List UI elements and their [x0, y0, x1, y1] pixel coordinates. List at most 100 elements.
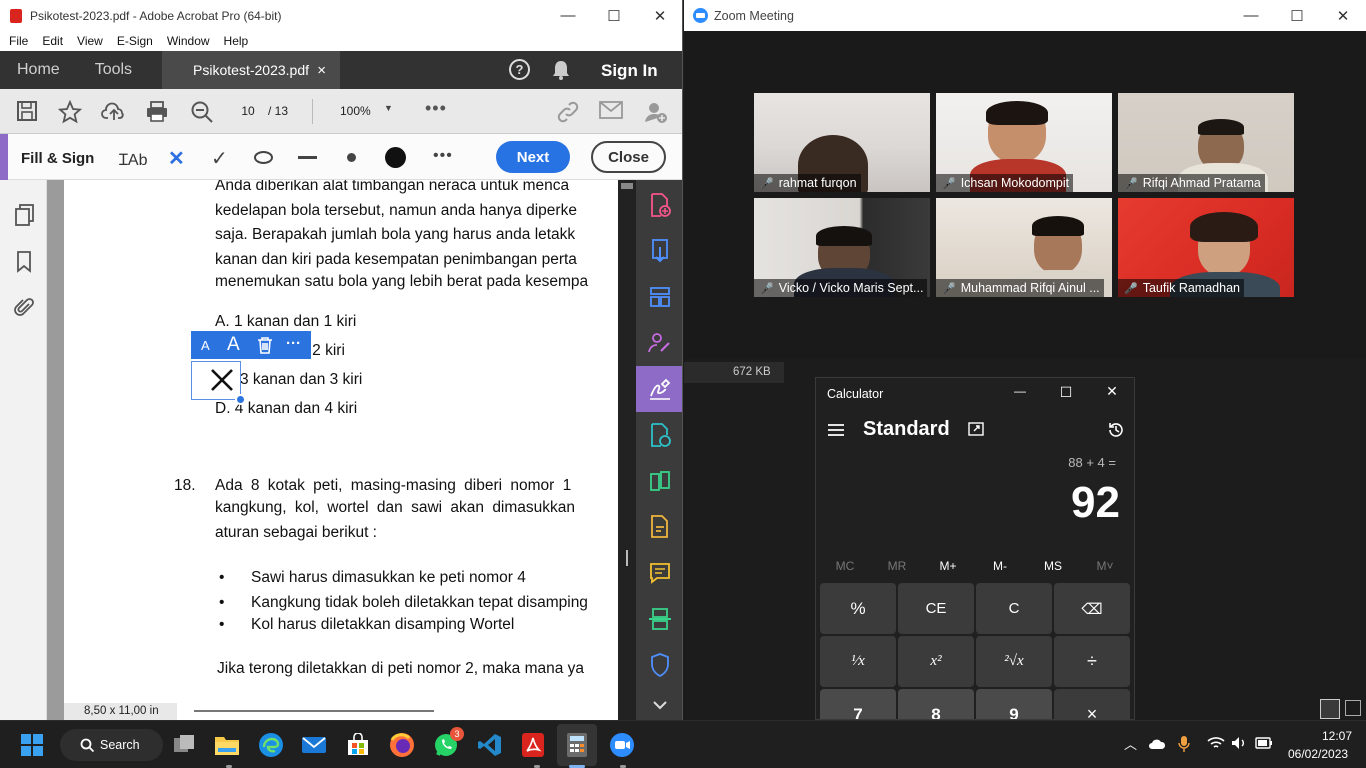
help-icon[interactable]: ?	[509, 59, 530, 80]
close-button[interactable]: Close	[591, 141, 666, 173]
firefox-icon[interactable]	[386, 729, 418, 761]
edge-browser-icon[interactable]	[255, 729, 287, 761]
square-button[interactable]: x²	[898, 636, 974, 687]
search-box[interactable]: Search	[60, 729, 163, 761]
minimize-icon[interactable]: —	[1012, 384, 1028, 400]
mail-icon[interactable]	[599, 100, 623, 120]
close-icon[interactable]: ✕	[1320, 0, 1366, 31]
volume-icon[interactable]	[1231, 736, 1247, 750]
task-view-icon[interactable]	[168, 729, 200, 761]
tab-document[interactable]: Psikotest-2023.pdf ×	[162, 51, 341, 89]
color-picker-icon[interactable]	[385, 147, 406, 168]
maximize-icon[interactable]: ☐	[1058, 384, 1074, 400]
dot-tool-icon[interactable]	[347, 153, 356, 162]
menu-esign[interactable]: E-Sign	[110, 34, 160, 48]
participant-video-tile[interactable]: 🎤 Ichsan Mokodompit	[936, 93, 1112, 192]
scroll-thumb[interactable]	[626, 550, 628, 566]
file-explorer-icon[interactable]	[211, 729, 243, 761]
participant-video-tile[interactable]: 🎤 Rifqi Ahmad Pratama	[1118, 93, 1294, 192]
digit-9-button[interactable]: 9	[976, 689, 1052, 719]
clock-date[interactable]: 06/02/2023	[1288, 747, 1348, 761]
page-number-input[interactable]: 10	[233, 101, 263, 121]
compare-files-icon[interactable]	[636, 458, 682, 504]
memory-add-button[interactable]: M+	[922, 559, 974, 573]
upload-cloud-icon[interactable]	[101, 100, 127, 122]
add-text-icon[interactable]: ꞮAb	[119, 148, 147, 170]
protect-shield-icon[interactable]	[636, 642, 682, 688]
history-icon[interactable]	[1107, 421, 1125, 439]
digit-8-button[interactable]: 8	[898, 689, 974, 719]
organize-pages-icon[interactable]	[636, 274, 682, 320]
memory-store-button[interactable]: MS	[1027, 559, 1079, 573]
memory-list-button[interactable]: M˅	[1079, 559, 1131, 573]
wifi-icon[interactable]	[1207, 736, 1225, 750]
scan-ocr-icon[interactable]	[636, 596, 682, 642]
microphone-icon[interactable]	[1178, 735, 1190, 753]
horizontal-scroll-track[interactable]	[177, 703, 618, 720]
minimize-icon[interactable]: —	[1228, 0, 1274, 31]
multiply-button[interactable]: ×	[1054, 689, 1130, 719]
chevron-up-icon[interactable]: ︿	[1124, 734, 1137, 753]
clock-time[interactable]: 12:07	[1322, 729, 1352, 743]
more-tools-icon[interactable]: •••	[425, 98, 447, 119]
vscode-icon[interactable]	[474, 729, 506, 761]
annotation-more-button[interactable]: ···	[286, 335, 301, 352]
expand-tools-chevron-icon[interactable]	[636, 690, 682, 720]
whatsapp-icon[interactable]: 3	[430, 727, 464, 761]
trash-icon[interactable]	[256, 336, 274, 354]
horizontal-scroll-thumb[interactable]	[194, 710, 434, 712]
microsoft-store-icon[interactable]	[342, 729, 374, 761]
memory-recall-button[interactable]: MR	[871, 559, 923, 573]
reciprocal-button[interactable]: ¹⁄x	[820, 636, 896, 687]
menu-view[interactable]: View	[70, 34, 110, 48]
cross-annotation[interactable]	[191, 361, 246, 405]
bookmark-icon[interactable]	[16, 251, 32, 273]
attachment-icon[interactable]	[13, 296, 35, 318]
close-icon[interactable]: ✕	[1104, 383, 1120, 399]
participant-video-tile[interactable]: 🎤 Taufik Ramadhan	[1118, 198, 1294, 297]
fill-sign-tool-icon[interactable]	[636, 366, 682, 412]
grid-view-icon[interactable]	[1345, 700, 1361, 716]
send-for-review-icon[interactable]	[636, 412, 682, 458]
increase-font-button[interactable]: A	[227, 334, 240, 356]
clear-button[interactable]: C	[976, 583, 1052, 634]
comment-icon[interactable]	[636, 550, 682, 596]
memory-subtract-button[interactable]: M-	[974, 559, 1026, 573]
percent-button[interactable]: %	[820, 583, 896, 634]
onedrive-cloud-icon[interactable]	[1148, 738, 1166, 750]
resize-handle[interactable]	[235, 394, 246, 405]
participant-video-tile[interactable]: 🎤 Muhammad Rifqi Ainul ...	[936, 198, 1112, 297]
digit-7-button[interactable]: 7	[820, 689, 896, 719]
scroll-up-arrow[interactable]	[621, 183, 633, 189]
acrobat-taskbar-icon[interactable]	[517, 729, 549, 761]
maximize-icon[interactable]: ☐	[1274, 0, 1320, 31]
calculator-taskbar-icon[interactable]	[561, 729, 593, 761]
start-windows-icon[interactable]	[16, 729, 48, 761]
participant-video-tile[interactable]: 🎤 rahmat furqon	[754, 93, 930, 192]
participant-video-tile[interactable]: 🎤 Vicko / Vicko Maris Sept...	[754, 198, 930, 297]
mail-app-icon[interactable]	[298, 729, 330, 761]
menu-file[interactable]: File	[0, 34, 35, 48]
battery-icon[interactable]	[1255, 737, 1273, 749]
keep-on-top-icon[interactable]	[968, 422, 984, 436]
edit-pdf-icon[interactable]	[636, 504, 682, 550]
menu-help[interactable]: Help	[217, 34, 256, 48]
square-root-button[interactable]: ²√x	[976, 636, 1052, 687]
star-icon[interactable]	[58, 100, 82, 124]
create-pdf-icon[interactable]	[636, 182, 682, 228]
maximize-icon[interactable]: ☐	[591, 0, 637, 31]
hamburger-menu-icon[interactable]	[827, 423, 845, 437]
scrollbar[interactable]	[618, 180, 636, 720]
clear-entry-button[interactable]: CE	[898, 583, 974, 634]
decrease-font-button[interactable]: A	[201, 338, 210, 353]
cross-mark-icon[interactable]: ✕	[168, 146, 185, 171]
request-signature-icon[interactable]	[636, 320, 682, 366]
save-icon[interactable]	[16, 100, 38, 122]
share-user-icon[interactable]	[644, 100, 668, 124]
print-icon[interactable]	[146, 100, 168, 122]
more-fill-icon[interactable]: •••	[433, 147, 453, 165]
zoom-taskbar-icon[interactable]	[606, 729, 638, 761]
tab-close-icon[interactable]: ×	[317, 62, 326, 79]
zoom-out-icon[interactable]	[190, 100, 214, 124]
bell-icon[interactable]	[551, 59, 571, 81]
